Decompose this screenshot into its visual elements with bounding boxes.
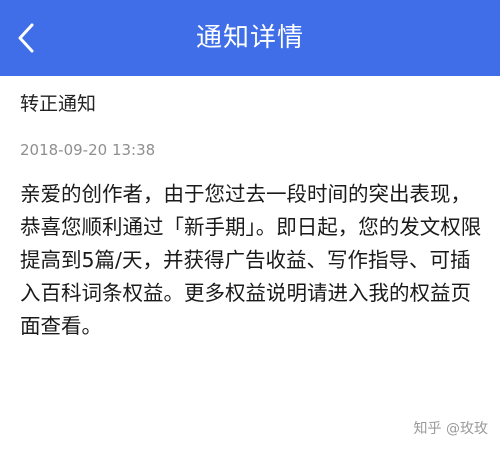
notice-timestamp: 2018-09-20 13:38 [20, 141, 156, 159]
notification-detail-page: 通知详情 转正通知 2018-09-20 13:38 亲爱的创作者，由于您过去一… [0, 0, 500, 452]
watermark-text: 知乎 @玫玫 [413, 421, 488, 437]
top-navigation-bar: 通知详情 [0, 0, 500, 76]
notice-title: 转正通知 [20, 93, 97, 115]
notice-body: 亲爱的创作者，由于您过去一段时间的突出表现，恭喜您顺利通过「新手期」。即日起，您… [20, 182, 482, 338]
page-title: 通知详情 [195, 23, 304, 53]
watermark: 知乎 @玫玫 [414, 418, 488, 438]
